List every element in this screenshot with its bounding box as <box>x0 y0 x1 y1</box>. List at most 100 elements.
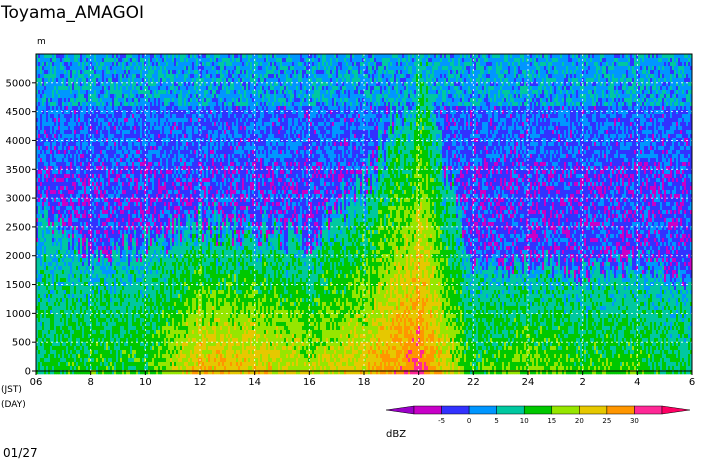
reflectivity-cell <box>62 174 64 178</box>
reflectivity-cell <box>40 174 42 178</box>
reflectivity-cell <box>40 86 42 90</box>
reflectivity-cell <box>50 154 52 158</box>
reflectivity-cell <box>76 318 78 322</box>
reflectivity-cell <box>70 326 72 330</box>
reflectivity-cell <box>70 98 72 102</box>
reflectivity-cell <box>60 58 62 62</box>
reflectivity-cell <box>46 174 48 178</box>
reflectivity-cell <box>74 366 76 370</box>
reflectivity-cell <box>76 270 78 274</box>
reflectivity-cell <box>76 162 78 166</box>
reflectivity-cell <box>54 318 56 322</box>
reflectivity-cell <box>56 130 58 134</box>
reflectivity-cell <box>52 122 54 126</box>
reflectivity-cell <box>42 338 44 342</box>
reflectivity-cell <box>44 270 46 274</box>
reflectivity-cell <box>46 366 48 370</box>
reflectivity-cell <box>52 98 54 102</box>
reflectivity-cell <box>38 162 40 166</box>
reflectivity-cell <box>42 182 44 186</box>
reflectivity-cell <box>62 178 64 182</box>
reflectivity-cell <box>70 142 72 146</box>
reflectivity-cell <box>52 154 54 158</box>
reflectivity-cell <box>44 354 46 358</box>
reflectivity-cell <box>38 298 40 302</box>
reflectivity-cell <box>44 90 46 94</box>
reflectivity-cell <box>66 286 68 290</box>
reflectivity-cell <box>44 342 46 346</box>
reflectivity-cell <box>52 170 54 174</box>
reflectivity-cell <box>38 330 40 334</box>
reflectivity-cell <box>74 350 76 354</box>
reflectivity-cell <box>50 94 52 98</box>
reflectivity-cell <box>74 58 76 62</box>
reflectivity-cell <box>56 150 58 154</box>
reflectivity-cell <box>60 142 62 146</box>
reflectivity-cell <box>74 274 76 278</box>
reflectivity-cell <box>54 358 56 362</box>
reflectivity-cell <box>68 66 70 70</box>
reflectivity-cell <box>78 122 80 126</box>
reflectivity-cell <box>38 302 40 306</box>
reflectivity-cell <box>50 258 52 262</box>
reflectivity-cell <box>44 282 46 286</box>
reflectivity-cell <box>56 278 58 282</box>
reflectivity-cell <box>42 294 44 298</box>
reflectivity-cell <box>64 186 66 190</box>
reflectivity-cell <box>60 334 62 338</box>
reflectivity-cell <box>56 262 58 266</box>
reflectivity-cell <box>46 334 48 338</box>
reflectivity-cell <box>44 214 46 218</box>
reflectivity-cell <box>54 226 56 230</box>
reflectivity-cell <box>60 218 62 222</box>
reflectivity-cell <box>50 142 52 146</box>
reflectivity-cell <box>54 290 56 294</box>
reflectivity-cell <box>38 218 40 222</box>
reflectivity-cell <box>66 186 68 190</box>
reflectivity-cell <box>52 70 54 74</box>
reflectivity-cell <box>74 78 76 82</box>
reflectivity-cell <box>56 294 58 298</box>
reflectivity-cell <box>48 310 50 314</box>
reflectivity-cell <box>44 230 46 234</box>
reflectivity-cell <box>58 326 60 330</box>
reflectivity-cell <box>66 130 68 134</box>
reflectivity-cell <box>74 246 76 250</box>
reflectivity-cell <box>56 270 58 274</box>
reflectivity-cell <box>68 82 70 86</box>
reflectivity-cell <box>44 226 46 230</box>
reflectivity-cell <box>62 254 64 258</box>
reflectivity-cell <box>52 362 54 366</box>
reflectivity-cell <box>74 102 76 106</box>
reflectivity-cell <box>78 218 80 222</box>
reflectivity-cell <box>74 334 76 338</box>
reflectivity-cell <box>56 362 58 366</box>
reflectivity-cell <box>44 174 46 178</box>
reflectivity-cell <box>70 274 72 278</box>
reflectivity-cell <box>58 138 60 142</box>
reflectivity-cell <box>60 114 62 118</box>
reflectivity-cell <box>54 146 56 150</box>
reflectivity-cell <box>42 110 44 114</box>
reflectivity-cell <box>72 362 74 366</box>
reflectivity-cell <box>48 130 50 134</box>
reflectivity-cell <box>52 326 54 330</box>
reflectivity-cell <box>44 86 46 90</box>
reflectivity-cell <box>68 286 70 290</box>
reflectivity-cell <box>60 98 62 102</box>
reflectivity-cell <box>64 354 66 358</box>
reflectivity-cell <box>64 182 66 186</box>
reflectivity-cell <box>70 266 72 270</box>
reflectivity-cell <box>56 342 58 346</box>
reflectivity-cell <box>76 286 78 290</box>
reflectivity-cell <box>62 302 64 306</box>
reflectivity-cell <box>62 190 64 194</box>
reflectivity-cell <box>70 234 72 238</box>
reflectivity-cell <box>58 114 60 118</box>
reflectivity-cell <box>72 86 74 90</box>
reflectivity-cell <box>44 142 46 146</box>
reflectivity-cell <box>44 274 46 278</box>
reflectivity-cell <box>72 206 74 210</box>
reflectivity-cell <box>72 294 74 298</box>
reflectivity-cell <box>56 142 58 146</box>
